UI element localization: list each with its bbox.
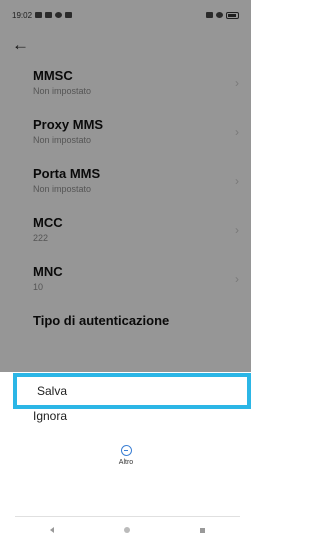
save-button-label: Salva [37,384,68,398]
navigation-bar [15,516,240,543]
discard-button-label: Ignora [33,409,68,423]
dim-overlay[interactable] [0,0,251,372]
more-button-label: Altro [118,459,134,466]
save-button[interactable]: Salva [13,373,251,409]
more-button[interactable]: Altro [105,445,147,477]
nav-home-icon[interactable] [124,527,130,533]
minus-circle-icon [120,445,132,456]
nav-recents-icon[interactable] [200,527,205,533]
phone-screen: 19:02 ← MMSC Non impostato › Proxy MMS N… [0,0,251,543]
discard-button[interactable]: Ignora [33,406,67,426]
nav-back-icon[interactable] [50,527,54,533]
